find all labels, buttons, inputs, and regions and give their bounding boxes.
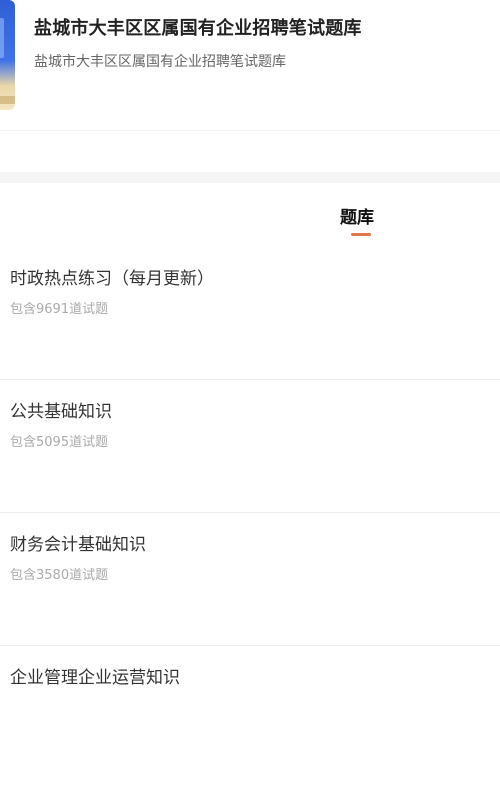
question-bank-item[interactable]: 财务会计基础知识 包含3580道试题: [0, 513, 500, 646]
course-header: 盐城市大丰区区属国有企业招聘笔试题库 盐城市大丰区区属国有企业招聘笔试题库: [0, 0, 500, 131]
question-bank-name: 时政热点练习（每月更新）: [10, 269, 214, 289]
course-title: 盐城市大丰区区属国有企业招聘笔试题库: [34, 18, 362, 39]
question-bank-name: 财务会计基础知识: [10, 535, 146, 555]
question-bank-name: 公共基础知识: [10, 402, 112, 422]
cover-decoration: [0, 96, 15, 104]
tab-bar: 题库: [0, 183, 500, 243]
question-count: 包含5095道试题: [10, 435, 109, 450]
course-cover-image[interactable]: [0, 0, 15, 110]
header-divider: [0, 130, 500, 131]
active-tab-indicator: [351, 233, 371, 236]
section-gap: [0, 172, 500, 183]
question-bank-item[interactable]: 公共基础知识 包含5095道试题: [0, 380, 500, 513]
question-bank-item[interactable]: 企业管理企业运营知识: [0, 646, 500, 779]
question-count: 包含9691道试题: [10, 302, 109, 317]
question-bank-name: 企业管理企业运营知识: [10, 668, 180, 688]
question-bank-item[interactable]: 时政热点练习（每月更新） 包含9691道试题: [0, 247, 500, 380]
cover-decoration: [0, 18, 4, 58]
course-subtitle: 盐城市大丰区区属国有企业招聘笔试题库: [34, 54, 286, 70]
question-count: 包含3580道试题: [10, 568, 109, 583]
tab-question-bank[interactable]: 题库: [340, 203, 374, 228]
